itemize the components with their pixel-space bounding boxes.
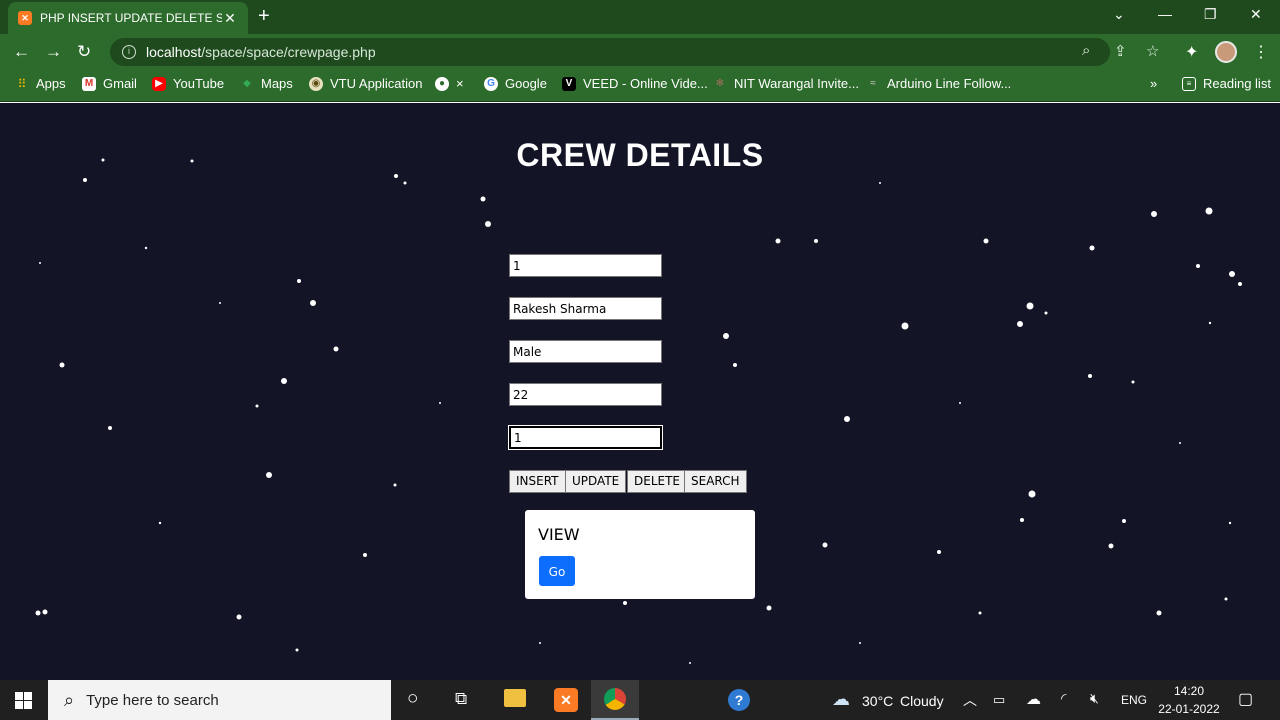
browser-tab[interactable]: ✕ PHP INSERT UPDATE DELETE SEA ✕ bbox=[8, 2, 248, 34]
tray-chevron-up-icon[interactable]: ︿ bbox=[963, 690, 977, 710]
restore-button[interactable]: ❐ bbox=[1204, 6, 1217, 23]
profile-avatar[interactable] bbox=[1215, 41, 1237, 63]
bookmark-veed[interactable]: V VEED - Online Vide... bbox=[562, 76, 708, 91]
onedrive-cloud-icon[interactable]: ☁ bbox=[1026, 690, 1041, 708]
menu-icon[interactable]: ⋮ bbox=[1253, 42, 1269, 62]
maps-icon: ◆ bbox=[243, 77, 251, 89]
reading-list-icon: ≡ bbox=[1182, 76, 1196, 91]
chrome-icon bbox=[604, 688, 626, 710]
tab-title: PHP INSERT UPDATE DELETE SEA bbox=[40, 11, 222, 25]
bookmark-gmail[interactable]: M Gmail bbox=[82, 76, 137, 91]
update-button[interactable]: UPDATE bbox=[565, 470, 627, 493]
search-icon: ⌕ bbox=[64, 689, 75, 710]
page-viewport: CREW DETAILS INSERT UPDATE DELETE SEARCH… bbox=[0, 103, 1280, 680]
taskbar: ⌕ Type here to search ○ ⧉ ✕ ? ☁ 30°C Clo… bbox=[0, 680, 1280, 720]
taskbar-search-box[interactable]: ⌕ Type here to search bbox=[48, 680, 391, 720]
xampp-icon: ✕ bbox=[18, 11, 32, 25]
globe-icon: ● bbox=[435, 76, 449, 91]
tab-search-icon[interactable]: ⌄ bbox=[1113, 6, 1125, 23]
arduino-icon: ≈ bbox=[870, 77, 876, 89]
crew-id-field[interactable] bbox=[509, 254, 662, 277]
view-card-title: VIEW bbox=[538, 525, 580, 544]
apps-grid-icon: ⠿ bbox=[17, 76, 27, 91]
close-tab-icon[interactable]: ✕ bbox=[222, 10, 238, 27]
cloud-weather-icon: ☁ bbox=[832, 689, 850, 709]
page-title: CREW DETAILS bbox=[516, 137, 764, 173]
clock-time[interactable]: 14:20 bbox=[1155, 684, 1223, 698]
notifications-icon[interactable]: ▢ bbox=[1238, 689, 1253, 709]
crew-extra-field[interactable] bbox=[508, 425, 663, 450]
address-bar[interactable]: i localhost /space/space/crewpage.php bbox=[110, 38, 1110, 66]
cortana-icon[interactable]: ○ bbox=[407, 688, 418, 710]
nitw-icon: ✻ bbox=[715, 77, 725, 89]
bookmark-star-icon[interactable]: ☆ bbox=[1146, 42, 1159, 60]
bookmark-maps[interactable]: ◆ Maps bbox=[240, 76, 293, 91]
weather-temp[interactable]: 30°C bbox=[862, 693, 893, 709]
bookmark-label: × bbox=[456, 76, 464, 91]
minimize-button[interactable]: — bbox=[1158, 6, 1172, 22]
tab-strip: ✕ PHP INSERT UPDATE DELETE SEA ✕ + ⌄ — ❐… bbox=[0, 0, 1280, 34]
bookmark-label: VTU Application bbox=[330, 76, 423, 91]
reading-list[interactable]: ≡ Reading list bbox=[1182, 76, 1271, 91]
reading-list-label: Reading list bbox=[1203, 76, 1271, 91]
veed-icon: V bbox=[562, 76, 576, 91]
bookmarks-bar: ⠿ Apps M Gmail ▶ YouTube ◆ Maps ◉ VTU Ap… bbox=[0, 70, 1280, 102]
bookmarks-overflow[interactable]: » bbox=[1150, 76, 1157, 91]
bookmark-arduino[interactable]: ≈ Arduino Line Follow... bbox=[866, 76, 1011, 91]
gmail-icon: M bbox=[82, 76, 96, 91]
search-button[interactable]: SEARCH bbox=[684, 470, 747, 493]
bookmark-vtu[interactable]: ◉ VTU Application bbox=[309, 76, 423, 91]
site-info-icon[interactable]: i bbox=[122, 45, 136, 59]
battery-icon[interactable]: ▭ bbox=[993, 692, 1005, 708]
crew-gender-field[interactable] bbox=[509, 340, 662, 363]
bookmark-label: NIT Warangal Invite... bbox=[734, 76, 859, 91]
bookmark-label: YouTube bbox=[173, 76, 225, 91]
xampp-taskbar-icon[interactable]: ✕ bbox=[554, 688, 578, 712]
share-icon[interactable]: ⇪ bbox=[1114, 42, 1127, 60]
bookmark-label: Maps bbox=[261, 76, 293, 91]
view-card: VIEW Go bbox=[525, 510, 755, 599]
go-button[interactable]: Go bbox=[539, 556, 575, 586]
forward-button[interactable]: → bbox=[45, 42, 62, 62]
help-icon[interactable]: ? bbox=[728, 689, 750, 711]
mute-speaker-icon[interactable]: 🔇︎ bbox=[1090, 690, 1099, 707]
insert-button[interactable]: INSERT bbox=[509, 470, 566, 493]
reload-button[interactable]: ↻ bbox=[77, 42, 91, 62]
zoom-icon[interactable]: ⌕ bbox=[1082, 42, 1090, 59]
bookmark-label: Arduino Line Follow... bbox=[887, 76, 1012, 91]
crew-name-field[interactable] bbox=[509, 297, 662, 320]
back-button[interactable]: ← bbox=[13, 42, 30, 62]
url-host: localhost bbox=[146, 44, 202, 60]
browser-toolbar: ← → ↻ i localhost /space/space/crewpage.… bbox=[0, 34, 1280, 70]
vtu-icon: ◉ bbox=[309, 76, 323, 91]
bookmark-globe[interactable]: ● × bbox=[435, 76, 464, 91]
chrome-taskbar-button[interactable] bbox=[591, 680, 639, 720]
bookmark-nitw[interactable]: ✻ NIT Warangal Invite... bbox=[713, 76, 859, 91]
bookmark-label: VEED - Online Vide... bbox=[583, 76, 708, 91]
bookmark-google[interactable]: G Google bbox=[484, 76, 547, 91]
bookmark-label: Gmail bbox=[103, 76, 137, 91]
url-path: /space/space/crewpage.php bbox=[201, 44, 376, 60]
bookmark-youtube[interactable]: ▶ YouTube bbox=[152, 76, 224, 91]
weather-text[interactable]: Cloudy bbox=[900, 693, 944, 709]
file-explorer-icon[interactable] bbox=[504, 689, 526, 707]
new-tab-button[interactable]: + bbox=[258, 6, 270, 26]
bookmark-label: Google bbox=[505, 76, 547, 91]
crew-age-field[interactable] bbox=[509, 383, 662, 406]
bookmark-label: Apps bbox=[36, 76, 66, 91]
extensions-icon[interactable]: ✦ bbox=[1185, 42, 1198, 62]
windows-start-icon[interactable] bbox=[15, 692, 32, 709]
bookmark-apps[interactable]: ⠿ Apps bbox=[15, 76, 66, 91]
language-indicator[interactable]: ENG bbox=[1121, 693, 1147, 707]
overflow-label: » bbox=[1150, 76, 1158, 91]
google-icon: G bbox=[484, 76, 498, 91]
close-window-button[interactable]: ✕ bbox=[1250, 6, 1262, 23]
search-placeholder: Type here to search bbox=[86, 691, 219, 709]
youtube-icon: ▶ bbox=[152, 76, 166, 91]
task-view-icon[interactable]: ⧉ bbox=[455, 689, 467, 709]
delete-button[interactable]: DELETE bbox=[627, 470, 688, 493]
clock-date[interactable]: 22-01-2022 bbox=[1155, 702, 1223, 716]
wifi-icon[interactable]: ◜ bbox=[1061, 690, 1066, 707]
